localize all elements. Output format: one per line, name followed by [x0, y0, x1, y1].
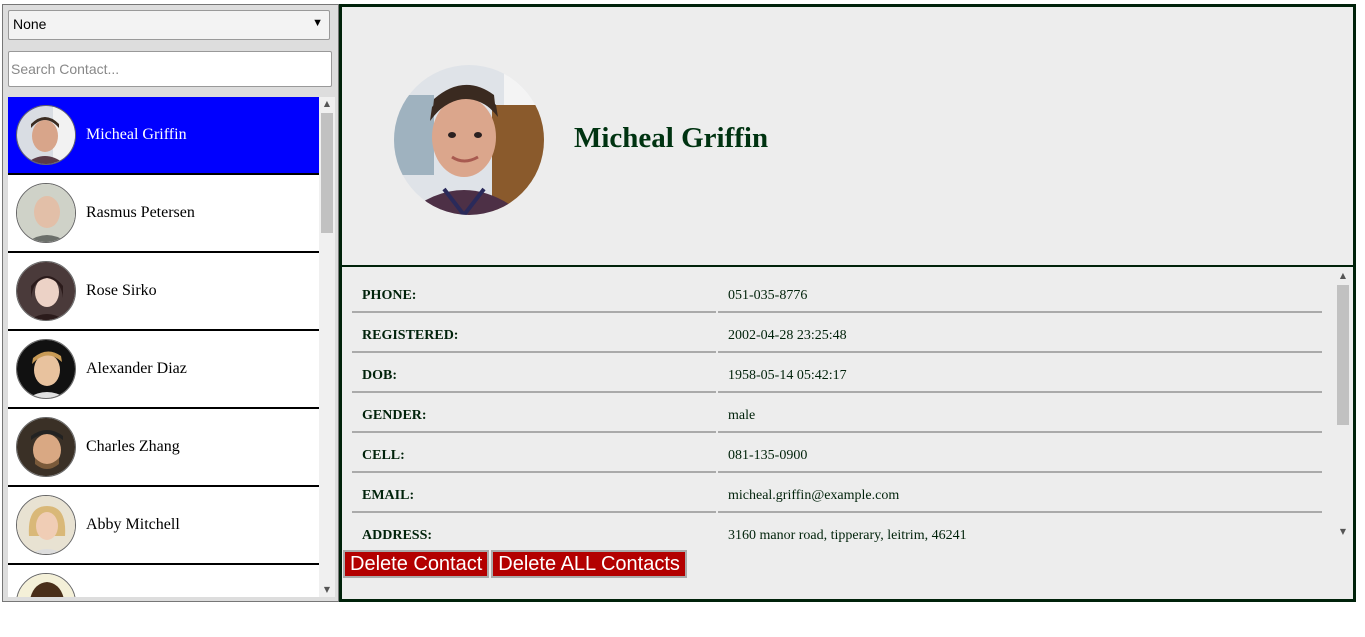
filter-dropdown[interactable]: None ▼	[8, 10, 330, 40]
scroll-up-icon[interactable]: ▲	[1335, 269, 1351, 283]
delete-contact-button[interactable]: Delete Contact	[343, 550, 490, 578]
contact-item[interactable]: Charles Zhang	[8, 409, 319, 487]
detail-label: ADDRESS:	[352, 515, 716, 543]
detail-row: DOB: 1958-05-14 05:42:17	[352, 355, 1324, 395]
contact-name: Abby Mitchell	[86, 516, 180, 533]
contact-avatar	[16, 417, 76, 477]
contact-item[interactable]: Alexander Diaz	[8, 331, 319, 409]
detail-value: 081-135-0900	[718, 435, 1322, 473]
detail-value: 2002-04-28 23:25:48	[718, 315, 1322, 353]
detail-label: REGISTERED:	[352, 315, 716, 353]
contact-name: Micheal Griffin	[86, 126, 187, 143]
contact-item[interactable]	[8, 565, 319, 597]
contact-item[interactable]: Rose Sirko	[8, 253, 319, 331]
delete-all-contacts-button[interactable]: Delete ALL Contacts	[491, 550, 687, 578]
contacts-sidebar: None ▼ Micheal Griffin	[2, 4, 339, 602]
contact-name: Rose Sirko	[86, 282, 157, 299]
dropdown-arrow-icon: ▼	[312, 17, 323, 29]
detail-label: CELL:	[352, 435, 716, 473]
scrollbar-thumb[interactable]	[1337, 285, 1349, 425]
search-input[interactable]	[8, 51, 332, 87]
contact-list-scrollbar[interactable]: ▲ ▼	[319, 97, 335, 597]
detail-value: 051-035-8776	[718, 275, 1322, 313]
contact-avatar	[16, 261, 76, 321]
profile-header: Micheal Griffin	[342, 10, 1353, 267]
detail-label: DOB:	[352, 355, 716, 393]
detail-row: ADDRESS: 3160 manor road, tipperary, lei…	[352, 515, 1324, 543]
detail-value: 3160 manor road, tipperary, leitrim, 462…	[718, 515, 1322, 543]
contact-name: Alexander Diaz	[86, 360, 187, 377]
details-scrollbar[interactable]: ▲ ▼	[1335, 269, 1351, 539]
detail-value: 1958-05-14 05:42:17	[718, 355, 1322, 393]
contact-name: Rasmus Petersen	[86, 204, 195, 221]
contact-list: Micheal Griffin Rasmus Petersen Rose Sir…	[8, 97, 319, 597]
scroll-up-icon[interactable]: ▲	[319, 97, 335, 111]
profile-name: Micheal Griffin	[574, 122, 769, 154]
scroll-down-icon[interactable]: ▼	[319, 583, 335, 597]
detail-row: CELL: 081-135-0900	[352, 435, 1324, 475]
detail-row: REGISTERED: 2002-04-28 23:25:48	[352, 315, 1324, 355]
profile-avatar	[394, 65, 544, 215]
contact-item[interactable]: Micheal Griffin	[8, 97, 319, 175]
scrollbar-thumb[interactable]	[321, 113, 333, 233]
detail-row: EMAIL: micheal.griffin@example.com	[352, 475, 1324, 515]
detail-value: male	[718, 395, 1322, 433]
action-buttons: Delete Contact Delete ALL Contacts	[343, 550, 689, 578]
detail-row: GENDER: male	[352, 395, 1324, 435]
contact-avatar	[16, 183, 76, 243]
contact-avatar	[16, 105, 76, 165]
detail-row: PHONE: 051-035-8776	[352, 275, 1324, 315]
contact-item[interactable]: Abby Mitchell	[8, 487, 319, 565]
contact-name: Charles Zhang	[86, 438, 180, 455]
detail-label: EMAIL:	[352, 475, 716, 513]
filter-selected-value: None	[13, 16, 47, 32]
contact-avatar	[16, 339, 76, 399]
details-table: PHONE: 051-035-8776 REGISTERED: 2002-04-…	[352, 275, 1324, 543]
scroll-down-icon[interactable]: ▼	[1335, 525, 1351, 539]
detail-value: micheal.griffin@example.com	[718, 475, 1322, 513]
detail-label: PHONE:	[352, 275, 716, 313]
contact-avatar	[16, 495, 76, 555]
contact-item[interactable]: Rasmus Petersen	[8, 175, 319, 253]
detail-label: GENDER:	[352, 395, 716, 433]
contact-avatar	[16, 573, 76, 597]
contact-detail-panel: Micheal Griffin PHONE: 051-035-8776 REGI…	[339, 4, 1356, 602]
